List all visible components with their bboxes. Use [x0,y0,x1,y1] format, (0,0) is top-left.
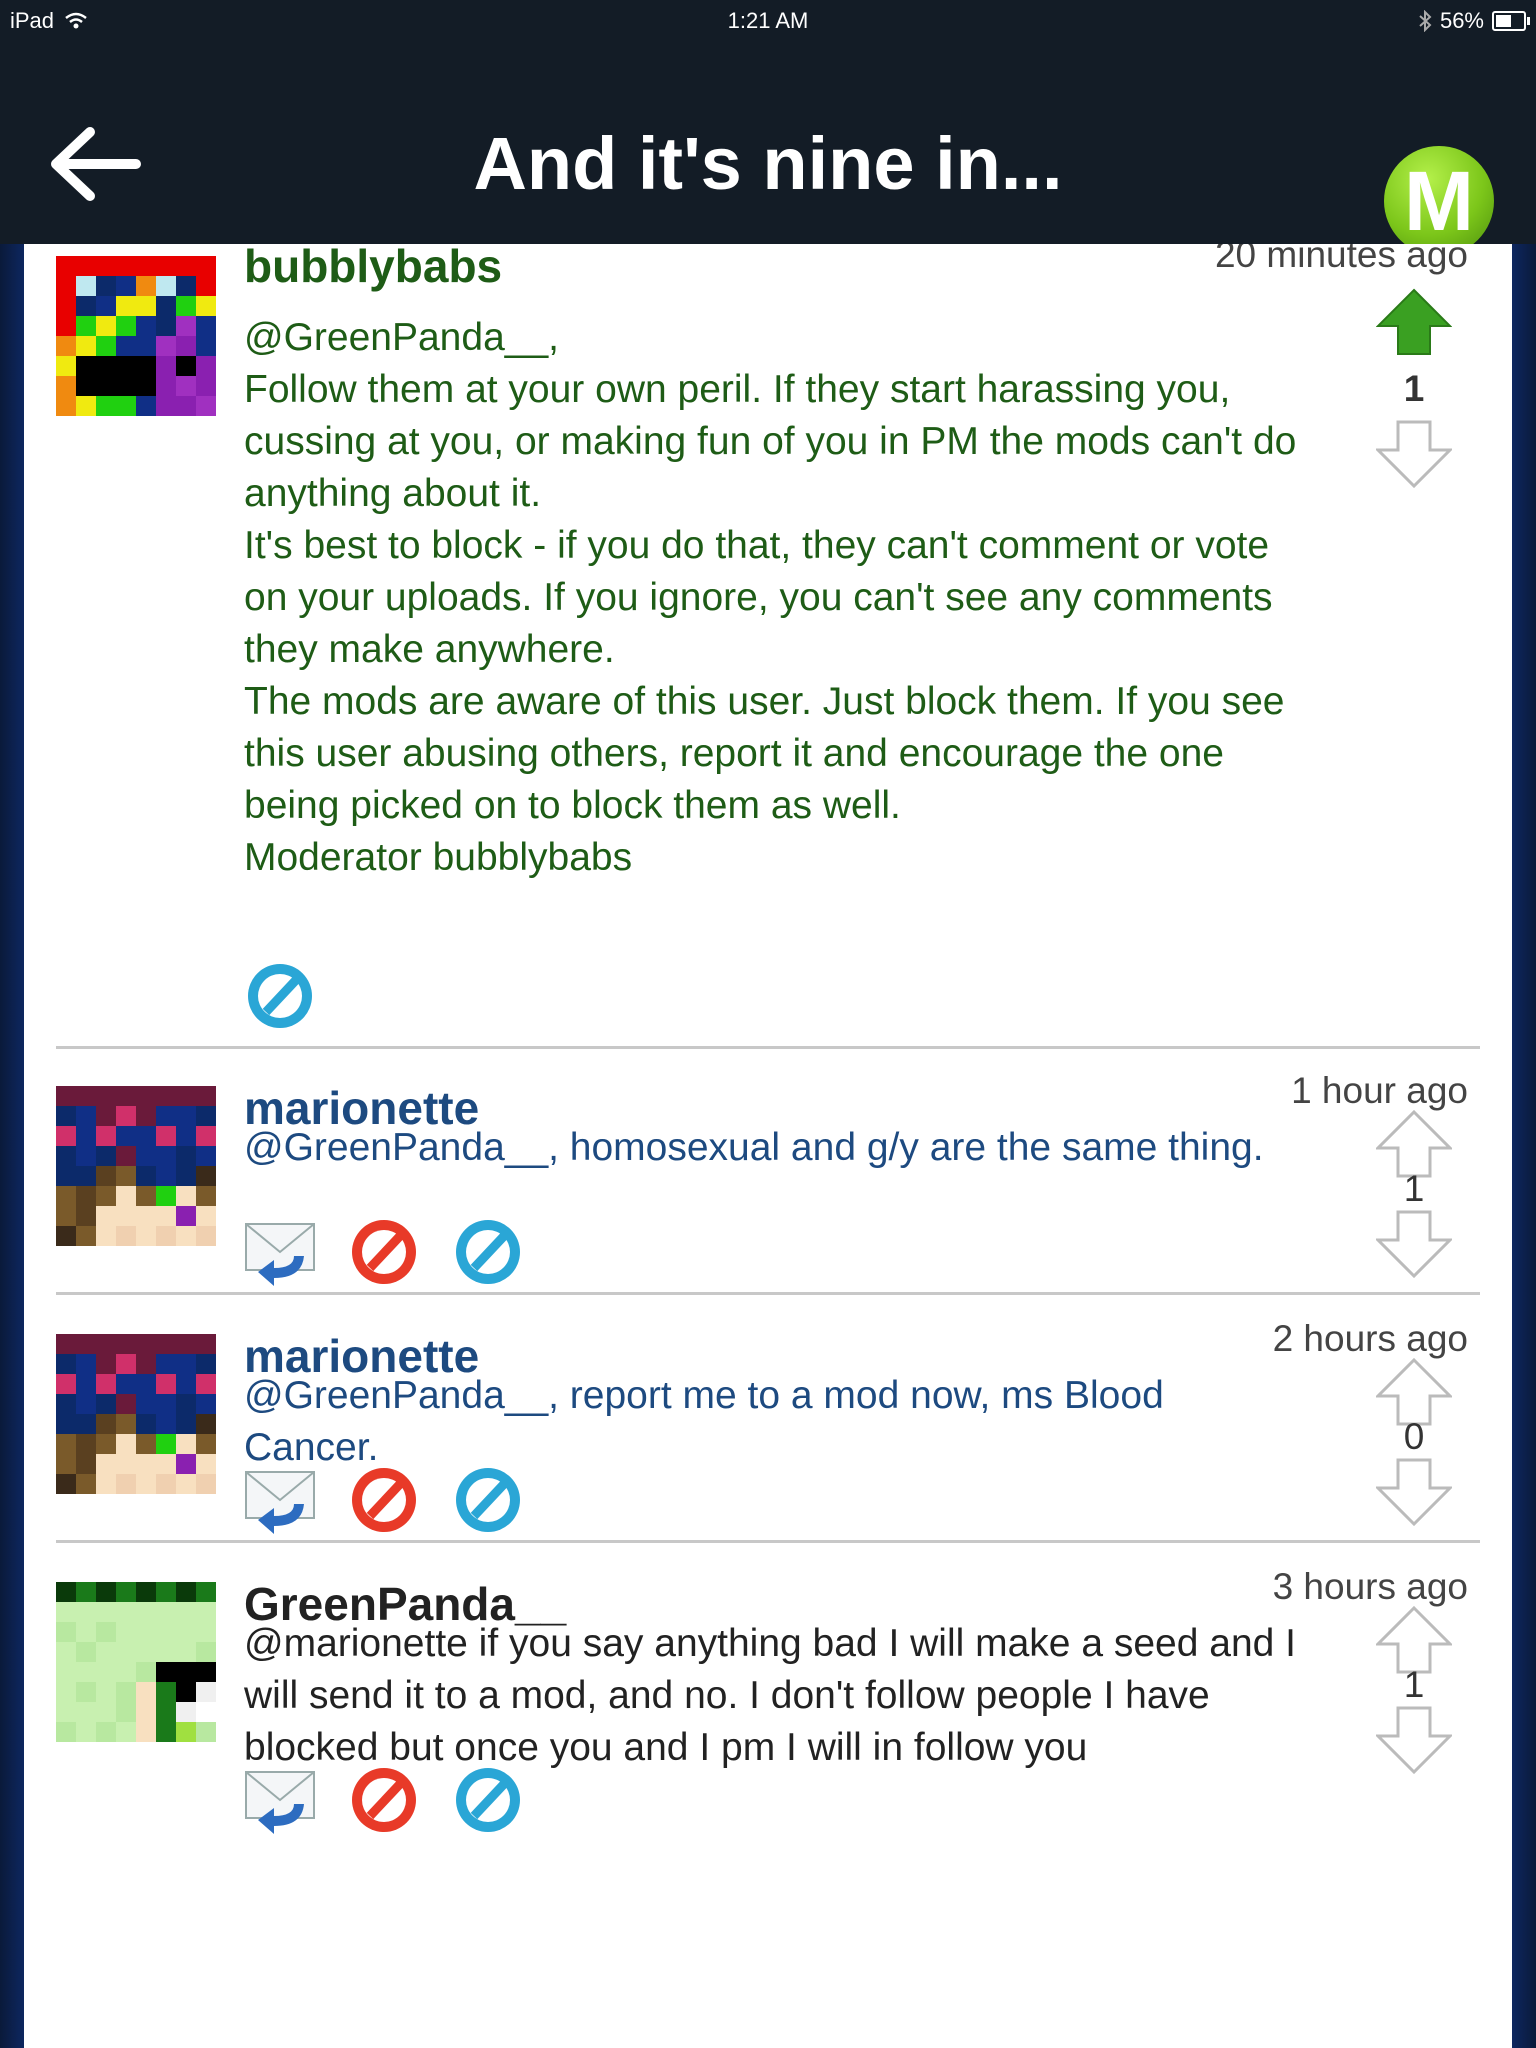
status-bar: iPad 1:21 AM 56% [0,0,1536,42]
bluetooth-icon [1419,10,1432,32]
comment-line: @GreenPanda__, [244,316,559,359]
downvote-arrow-icon[interactable] [1376,1210,1452,1278]
comment-line: @GreenPanda__, homosexual and g/y are th… [244,1126,1264,1169]
ignore-icon[interactable] [244,960,316,1032]
reply-mail-icon[interactable] [244,1764,316,1836]
comment-line: It's best to block - if you do that, the… [244,524,1273,671]
vote-count: 0 [1403,1416,1425,1457]
comment-actions [244,1464,524,1536]
comment-actions [244,1764,524,1836]
downvote-arrow-icon[interactable] [1376,1706,1452,1774]
comment-body: @GreenPanda__, homosexual and g/y are th… [244,1122,1304,1174]
comment-actions [244,960,316,1032]
avatar [56,1086,216,1246]
app-logo-button[interactable]: M [1384,146,1494,256]
divider [56,1540,1480,1543]
comments-panel: bubblybabs 20 minutes ago @GreenPanda__,… [24,244,1512,2048]
vote-count: 1 [1403,368,1425,409]
block-icon[interactable] [348,1216,420,1288]
comment-body: @marionette if you say anything bad I wi… [244,1618,1344,1774]
comment-line: Moderator bubblybabs [244,836,633,879]
comment-line: Follow them at your own peril. If they s… [244,368,1297,515]
clock: 1:21 AM [727,8,809,33]
comment-timestamp: 1 hour ago [1291,1070,1468,1111]
block-icon[interactable] [348,1764,420,1836]
comment-body: @GreenPanda__, report me to a mod now, m… [244,1370,1304,1474]
navigation-bar: And it's nine in... M [0,42,1536,256]
comment-line: @GreenPanda__, report me to a mod now, m… [244,1374,1164,1469]
comment-line: The mods are aware of this user. Just bl… [244,680,1285,827]
battery-icon [1492,11,1530,31]
avatar [56,256,216,416]
comment-timestamp: 3 hours ago [1272,1566,1468,1607]
divider [56,1046,1480,1049]
block-icon[interactable] [348,1464,420,1536]
comment-actions [244,1216,524,1288]
divider [56,1292,1480,1295]
logo-letter: M [1404,154,1474,248]
comment-line: @marionette if you say anything bad I wi… [244,1622,1296,1769]
vote-count: 1 [1403,1664,1425,1705]
ignore-icon[interactable] [452,1764,524,1836]
avatar [56,1582,216,1742]
vote-count: 1 [1403,1168,1425,1209]
avatar [56,1334,216,1494]
ignore-icon[interactable] [452,1464,524,1536]
downvote-arrow-icon[interactable] [1376,1458,1452,1526]
upvote-arrow-icon[interactable] [1376,288,1452,356]
downvote-arrow-icon[interactable] [1376,420,1452,488]
ignore-icon[interactable] [452,1216,524,1288]
reply-mail-icon[interactable] [244,1216,316,1288]
battery-percent: 56% [1439,8,1484,33]
comment-timestamp: 2 hours ago [1272,1318,1468,1359]
comment-timestamp: 20 minutes ago [1214,244,1468,275]
comment-body: @GreenPanda__, Follow them at your own p… [244,312,1304,884]
page-title: And it's nine in... [473,122,1063,205]
reply-mail-icon[interactable] [244,1464,316,1536]
comment-username[interactable]: bubblybabs [244,244,502,292]
